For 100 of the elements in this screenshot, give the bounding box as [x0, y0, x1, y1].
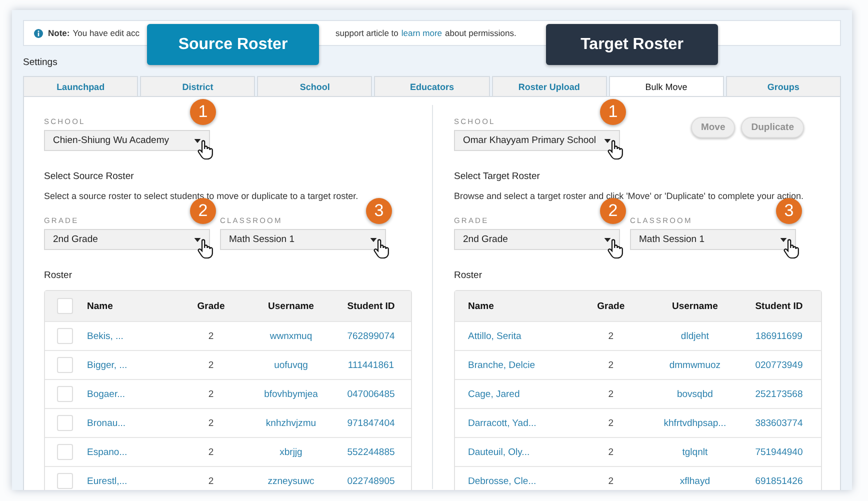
row-checkbox[interactable] [57, 386, 73, 402]
column-header: Name [87, 300, 113, 312]
section-heading: Select Target Roster [454, 171, 541, 182]
table-cell: 2 [608, 476, 614, 486]
row-checkbox[interactable] [57, 328, 73, 344]
table-cell: 552244885 [347, 446, 395, 458]
table-cell: Darracott, Yad... [468, 418, 536, 428]
table-cell: Espano... [87, 446, 128, 458]
table-cell: Bekis, ... [87, 330, 124, 342]
grade-dropdown[interactable]: 2nd Grade [454, 229, 620, 250]
callout-label: Target Roster [546, 24, 718, 65]
tab[interactable]: Roster Upload [492, 76, 607, 96]
caret-icon [604, 238, 611, 242]
hand-cursor-icon [197, 140, 213, 160]
table-cell: 2 [208, 418, 214, 428]
caret-icon [194, 238, 201, 242]
row-checkbox[interactable] [57, 473, 73, 489]
table-cell: wwnxmuq [270, 330, 312, 342]
table-cell: Attillo, Serita [468, 330, 522, 342]
table-cell: Debrosse, Cle... [468, 476, 536, 486]
caret-icon [194, 138, 201, 142]
step-badge: 1 [600, 99, 626, 125]
section-heading: Select Source Roster [44, 171, 135, 182]
note-text: about permissions. [445, 28, 516, 38]
table-cell: Eurestl,... [87, 476, 128, 486]
school-dropdown[interactable]: Omar Khayyam Primary School [454, 130, 620, 151]
roster-label: Roster [454, 270, 483, 281]
learn-more-link[interactable]: learn more [401, 28, 442, 38]
table-cell: dmmwmuoz [669, 360, 721, 370]
table-cell: 2 [608, 418, 614, 428]
select-all-checkbox[interactable] [57, 298, 73, 314]
table-cell: 2 [208, 360, 214, 370]
column-header: Username [672, 300, 718, 312]
section-title: Settings [23, 57, 58, 68]
table-cell: 2 [608, 360, 614, 370]
table-cell: 2 [608, 446, 614, 458]
table-cell: 047006485 [347, 388, 395, 400]
table-cell: 383603774 [755, 418, 803, 428]
table-cell: 111441861 [348, 360, 394, 370]
note-label: Note: [48, 28, 70, 38]
table-cell: Branche, Delcie [468, 360, 536, 370]
table-cell: Cage, Jared [468, 388, 520, 400]
step-badge: 3 [776, 198, 802, 224]
step-badge: 2 [600, 198, 626, 224]
column-header: Username [268, 300, 314, 312]
table-cell: 691851426 [755, 476, 803, 486]
description-text: Browse and select a target roster and click 'Move' or 'Duplicate' to complete your action. [454, 191, 805, 201]
table-cell: bovsqbd [676, 388, 713, 400]
column-header: Grade [597, 300, 625, 312]
step-badge: 3 [366, 198, 392, 224]
table-cell: 2 [608, 330, 614, 342]
tab[interactable]: Launchpad [23, 76, 138, 96]
column-header: Student ID [755, 300, 803, 312]
table-cell: 252173568 [755, 388, 803, 400]
note-text: support article to [336, 28, 398, 38]
table-cell: dldjeht [680, 330, 709, 342]
table-cell: uofuvqg [274, 360, 308, 370]
table-cell: 020773949 [755, 360, 803, 370]
classroom-dropdown[interactable]: Math Session 1 [220, 229, 386, 250]
info-icon [34, 28, 43, 38]
table-cell: Dauteuil, Oly... [468, 446, 530, 458]
tab[interactable]: District [140, 76, 256, 96]
table-cell: 186911699 [756, 330, 802, 342]
row-checkbox[interactable] [57, 415, 73, 431]
table-cell: zzneysuwc [268, 476, 314, 486]
classroom-dropdown[interactable]: Math Session 1 [630, 229, 796, 250]
grade-dropdown[interactable]: 2nd Grade [44, 229, 210, 250]
hand-cursor-icon [607, 239, 623, 259]
tab[interactable]: Educators [374, 76, 490, 96]
row-checkbox[interactable] [57, 444, 73, 460]
caret-icon [604, 138, 611, 142]
table-cell: 022748905 [347, 476, 395, 486]
description-text: Select a source roster to select students to move or duplicate to a target roster. [44, 191, 360, 201]
table-cell: Bronau... [87, 418, 126, 428]
table-cell: 762899074 [347, 330, 395, 342]
school-dropdown[interactable]: Chien-Shiung Wu Academy [44, 130, 210, 151]
table-cell: 2 [208, 446, 214, 458]
hand-cursor-icon [373, 239, 389, 259]
row-checkbox[interactable] [57, 357, 73, 373]
note-text: You have edit acc [72, 28, 140, 38]
table-cell: 2 [208, 476, 214, 486]
tab[interactable]: Groups [726, 76, 841, 96]
tab[interactable]: School [257, 76, 372, 96]
hand-cursor-icon [607, 140, 623, 160]
table-cell: knhzhvjzmu [266, 418, 316, 428]
table-cell: xflhayd [680, 476, 710, 486]
caret-icon [780, 238, 787, 242]
table-cell: tglqnlt [682, 446, 708, 458]
table-cell: 2 [608, 388, 614, 400]
step-badge: 2 [190, 198, 216, 224]
callout-label: Source Roster [147, 24, 319, 65]
roster-label: Roster [44, 270, 73, 281]
table-cell: 971847404 [347, 418, 395, 428]
table-cell: 2 [208, 330, 214, 342]
tab[interactable]: Bulk Move [608, 76, 724, 96]
table-cell: xbrjjg [280, 446, 302, 458]
table-cell: 751944940 [755, 446, 803, 458]
table-cell: khfrtvdhpsap... [664, 418, 726, 428]
table-cell: bfovhbymjea [264, 388, 318, 400]
hand-cursor-icon [783, 239, 799, 259]
